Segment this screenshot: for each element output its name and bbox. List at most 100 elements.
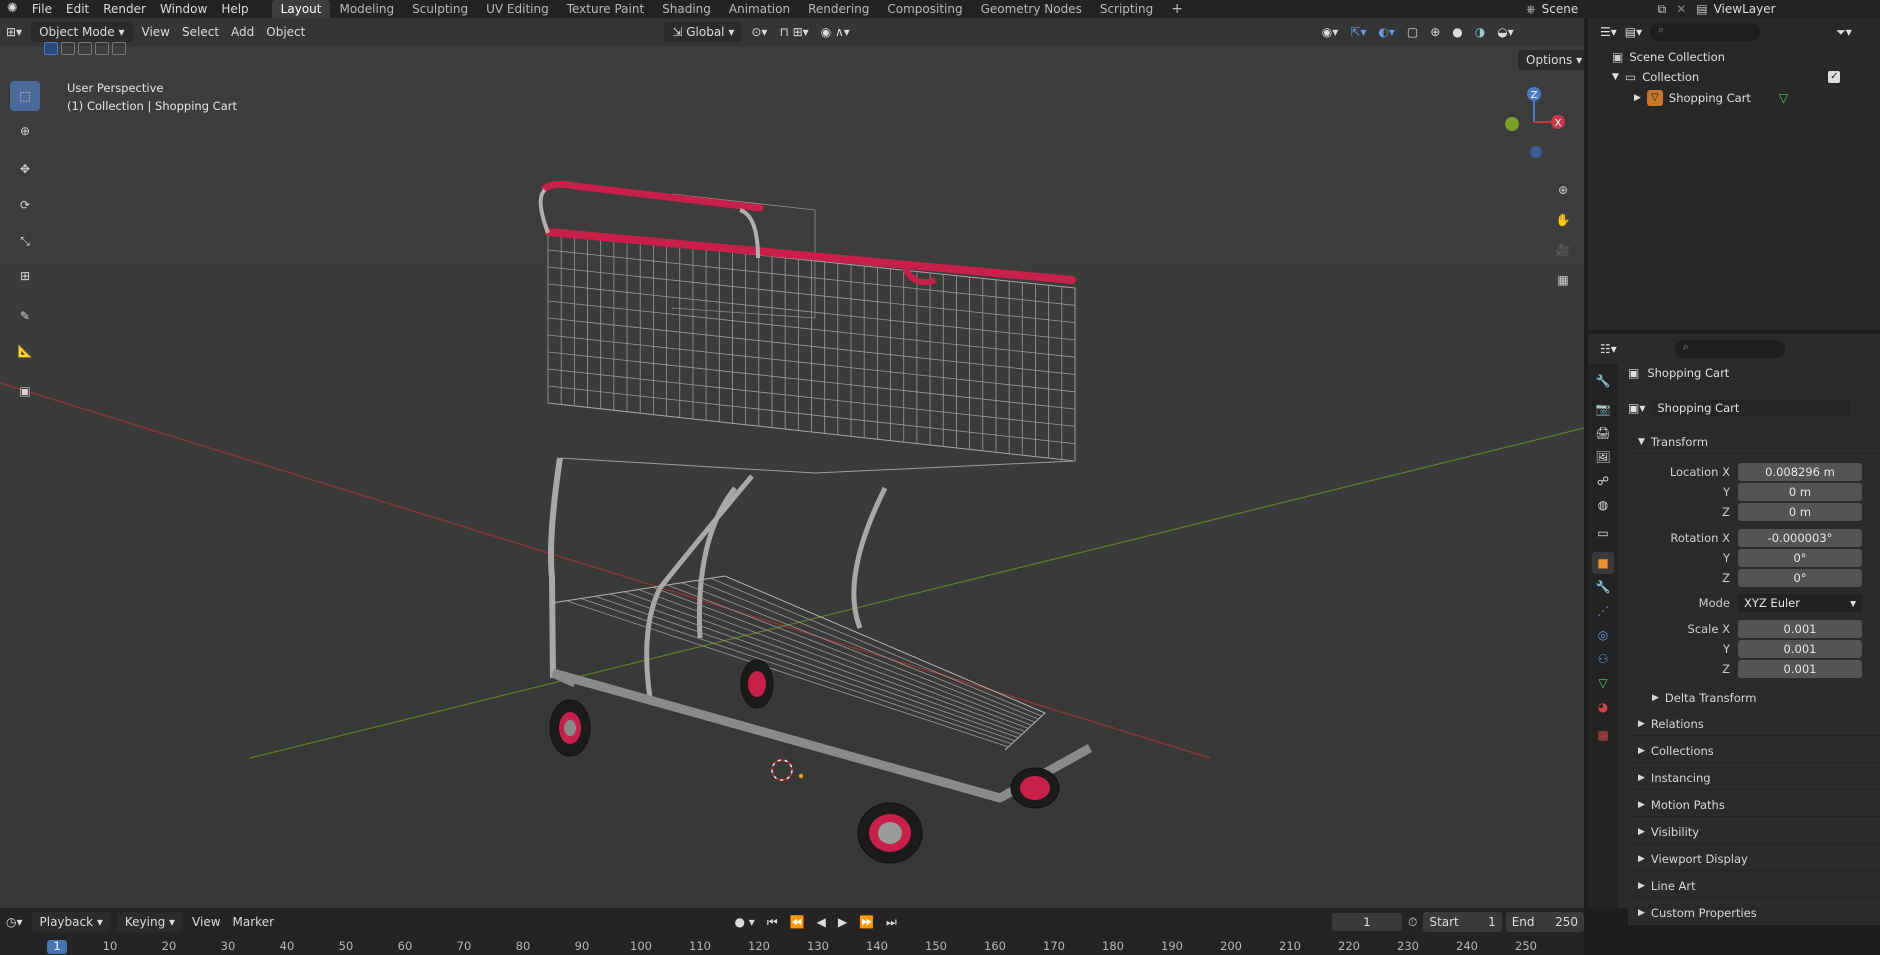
- tab-shading[interactable]: Shading: [653, 0, 720, 18]
- physics-tab-icon[interactable]: ◎: [1592, 624, 1614, 646]
- select-box-tool[interactable]: ⬚: [10, 81, 40, 111]
- delta-transform-header[interactable]: ▶ Delta Transform: [1642, 686, 1880, 710]
- pan-hand-icon[interactable]: ✋: [1550, 207, 1576, 233]
- visibility-panel-header[interactable]: ▶ Visibility: [1628, 820, 1880, 844]
- menu-window[interactable]: Window: [153, 0, 214, 18]
- move-tool[interactable]: ✥: [10, 154, 40, 184]
- overlay-toggle-icon[interactable]: ◐▾: [1372, 22, 1401, 42]
- location-z-field[interactable]: 0 m: [1738, 503, 1862, 521]
- select-new-icon[interactable]: [44, 42, 58, 55]
- view-layer-name[interactable]: ViewLayer: [1714, 2, 1776, 16]
- line-art-panel-header[interactable]: ▶ Line Art: [1628, 874, 1880, 898]
- ortho-grid-icon[interactable]: ▦: [1550, 267, 1576, 293]
- tab-compositing[interactable]: Compositing: [878, 0, 971, 18]
- shading-wireframe-icon[interactable]: ⊕: [1424, 22, 1446, 42]
- scene-icon[interactable]: ⎈: [1520, 2, 1542, 17]
- scale-y-field[interactable]: 0.001: [1738, 640, 1862, 658]
- tab-layout[interactable]: Layout: [271, 0, 331, 18]
- tab-rendering[interactable]: Rendering: [799, 0, 878, 18]
- object-name-value[interactable]: Shopping Cart: [1651, 399, 1852, 417]
- menu-render[interactable]: Render: [96, 0, 153, 18]
- modifier-tab-icon[interactable]: 🔧: [1592, 576, 1614, 598]
- outliner-search-field[interactable]: ⌕: [1650, 23, 1761, 41]
- select-invert-icon[interactable]: [95, 42, 109, 55]
- scale-z-field[interactable]: 0.001: [1738, 660, 1862, 678]
- xray-icon[interactable]: ▢: [1401, 22, 1424, 42]
- play-icon[interactable]: ▶: [832, 912, 853, 932]
- exclude-checkbox[interactable]: ✓: [1828, 71, 1841, 83]
- measure-tool[interactable]: 📐: [10, 336, 40, 366]
- record-icon[interactable]: ● ▾: [729, 912, 761, 932]
- rotate-tool[interactable]: ⟳: [10, 190, 40, 220]
- copy-scene-icon[interactable]: ⧉: [1652, 2, 1673, 17]
- add-cube-tool[interactable]: ▣: [10, 376, 40, 406]
- outliner-editor-icon[interactable]: ☰▾: [1600, 25, 1617, 39]
- scene-name[interactable]: Scene: [1542, 2, 1652, 16]
- scene-collection-row[interactable]: ▣ Scene Collection: [1612, 50, 1725, 64]
- collections-panel-header[interactable]: ▶ Collections: [1628, 739, 1880, 763]
- rotation-z-field[interactable]: 0°: [1738, 569, 1862, 587]
- select-menu[interactable]: Select: [176, 22, 225, 42]
- tab-sculpting[interactable]: Sculpting: [403, 0, 477, 18]
- motion-paths-panel-header[interactable]: ▶ Motion Paths: [1628, 793, 1880, 817]
- tab-uv-editing[interactable]: UV Editing: [477, 0, 558, 18]
- collapse-arrow-icon[interactable]: ▼: [1612, 72, 1619, 82]
- next-keyframe-icon[interactable]: ⏩: [853, 912, 880, 932]
- tab-scripting[interactable]: Scripting: [1091, 0, 1162, 18]
- instancing-panel-header[interactable]: ▶ Instancing: [1628, 766, 1880, 790]
- object-mode-dropdown[interactable]: Object Mode ▾: [31, 22, 133, 42]
- shading-material-icon[interactable]: ◑: [1469, 22, 1491, 42]
- marker-menu[interactable]: Marker: [227, 912, 280, 932]
- tab-geometry-nodes[interactable]: Geometry Nodes: [972, 0, 1091, 18]
- mesh-data-icon[interactable]: ▽: [1779, 91, 1788, 105]
- location-y-field[interactable]: 0 m: [1738, 483, 1862, 501]
- scale-x-field[interactable]: 0.001: [1738, 620, 1862, 638]
- outliner-object-row[interactable]: ▶ ▽ Shopping Cart ▽: [1634, 90, 1788, 106]
- object-menu[interactable]: Object: [260, 22, 311, 42]
- menu-help[interactable]: Help: [214, 0, 255, 18]
- tab-animation[interactable]: Animation: [720, 0, 799, 18]
- blender-logo-icon[interactable]: ✺: [0, 0, 25, 18]
- close-scene-icon[interactable]: ✕: [1672, 2, 1690, 16]
- jump-start-icon[interactable]: ⏮: [761, 912, 784, 932]
- gizmo-toggle-icon[interactable]: ⇱▾: [1344, 22, 1372, 42]
- scale-tool[interactable]: ⤡: [10, 226, 40, 256]
- 3d-viewport[interactable]: ⊞▾ Object Mode ▾ View Select Add Object …: [0, 18, 1584, 908]
- keying-menu[interactable]: Keying ▾: [116, 912, 184, 932]
- expand-arrow-icon[interactable]: ▶: [1634, 93, 1641, 103]
- collection-row[interactable]: ▼ ▭ Collection ✓: [1612, 70, 1880, 84]
- start-frame-field[interactable]: Start 1: [1423, 912, 1502, 932]
- shading-rendered-icon[interactable]: ◒▾: [1491, 22, 1520, 42]
- rotation-mode-dropdown[interactable]: XYZ Euler ▾: [1738, 594, 1862, 612]
- transform-orientation-dropdown[interactable]: ⇲ Global ▾: [664, 22, 743, 42]
- location-x-field[interactable]: 0.008296 m: [1738, 463, 1862, 481]
- object-tab-icon[interactable]: ■: [1592, 552, 1614, 574]
- render-tab-icon[interactable]: 📷: [1592, 398, 1614, 420]
- particles-tab-icon[interactable]: ⋰: [1592, 600, 1614, 622]
- select-extend-icon[interactable]: [61, 42, 75, 55]
- snap-icon[interactable]: ⊓ ⊞▾: [773, 22, 814, 42]
- object-type-icon[interactable]: ▣▾: [1628, 401, 1645, 415]
- jump-end-icon[interactable]: ⏭: [880, 912, 903, 932]
- menu-edit[interactable]: Edit: [59, 0, 96, 18]
- timeline-editor-icon[interactable]: ◷▾: [0, 912, 29, 932]
- camera-view-icon[interactable]: 🎥: [1550, 237, 1576, 263]
- options-dropdown[interactable]: Options ▾: [1518, 50, 1584, 70]
- zoom-icon[interactable]: ⊕: [1550, 177, 1576, 203]
- timeline-view-menu[interactable]: View: [186, 912, 226, 932]
- shading-solid-icon[interactable]: ●: [1446, 22, 1468, 42]
- pivot-icon[interactable]: ⊙▾: [745, 22, 773, 42]
- select-intersect-icon[interactable]: [112, 42, 126, 55]
- rotation-x-field[interactable]: -0.000003°: [1738, 529, 1862, 547]
- timer-icon[interactable]: ⏱: [1402, 912, 1423, 932]
- editor-type-icon[interactable]: ⊞▾: [0, 22, 28, 42]
- scene-tab-icon[interactable]: ☍: [1592, 470, 1614, 492]
- select-subtract-icon[interactable]: [78, 42, 92, 55]
- proportional-edit-icon[interactable]: ◉ ∧▾: [815, 22, 856, 42]
- view-layer-tab-icon[interactable]: 🖼: [1592, 446, 1614, 468]
- tab-modeling[interactable]: Modeling: [330, 0, 403, 18]
- tool-tab-icon[interactable]: 🔧: [1592, 370, 1614, 392]
- texture-tab-icon[interactable]: ▩: [1592, 724, 1614, 746]
- view-layer-icon[interactable]: ▤: [1690, 2, 1713, 16]
- annotate-tool[interactable]: ✎: [10, 301, 40, 331]
